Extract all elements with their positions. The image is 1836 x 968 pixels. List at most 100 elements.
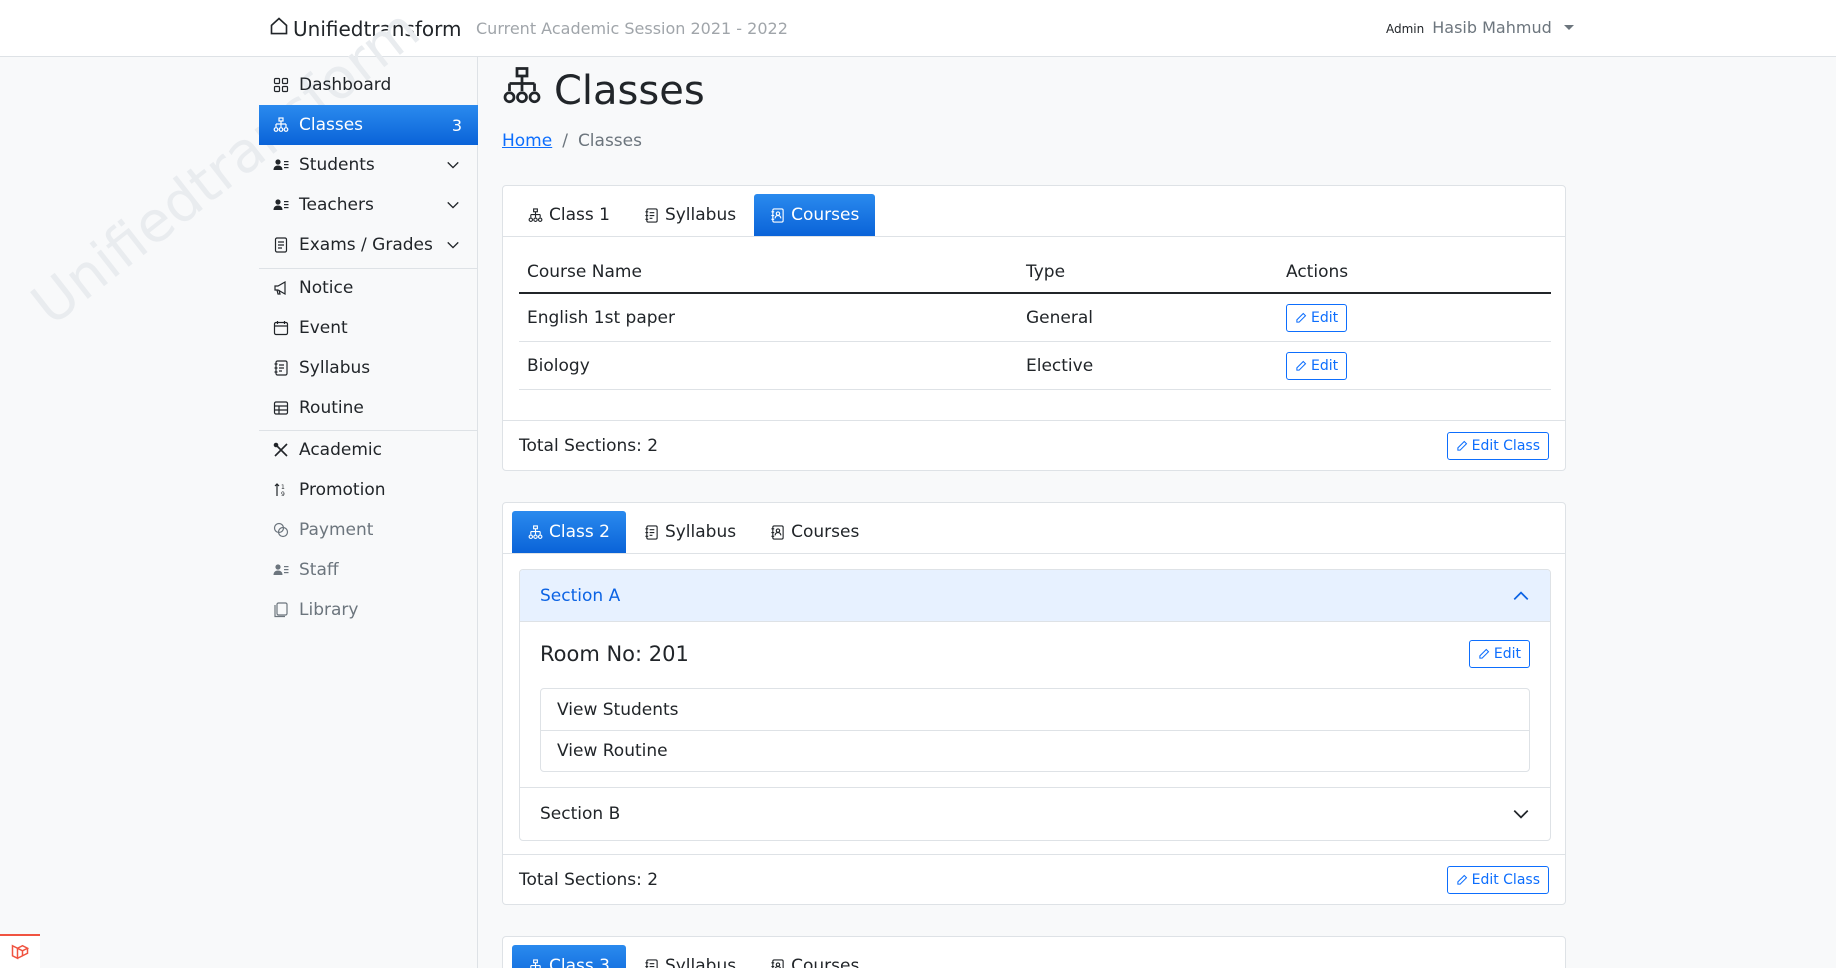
user-dropdown[interactable]: Admin Hasib Mahmud <box>1386 18 1574 37</box>
sidebar-item-label: Students <box>299 155 375 175</box>
tab-class-3[interactable]: Class 3 <box>512 945 626 968</box>
tab-label: Class 2 <box>549 522 610 542</box>
journal-text-icon <box>273 360 289 376</box>
button-label: Edit <box>1311 357 1339 374</box>
class-card-3: Class 3 Syllabus Courses <box>502 936 1566 968</box>
svg-text:9: 9 <box>281 491 285 498</box>
brand-link[interactable]: Unifiedtransform <box>269 16 462 41</box>
button-label: Edit Class <box>1471 871 1540 888</box>
page-title: Classes <box>502 66 705 116</box>
laravel-debugbar-toggle[interactable] <box>0 934 40 968</box>
sidebar-item-label: Routine <box>299 398 364 418</box>
tab-syllabus[interactable]: Syllabus <box>628 945 752 968</box>
tab-label: Class 1 <box>549 205 610 225</box>
breadcrumb-home-link[interactable]: Home <box>502 131 552 151</box>
accordion-section-a-body: Room No: 201 Edit View Students View Rou… <box>520 622 1550 788</box>
edit-course-button[interactable]: Edit <box>1286 303 1348 332</box>
file-text-icon <box>273 237 289 253</box>
class-card-2: Class 2 Syllabus Courses Section A Room … <box>502 502 1566 905</box>
tab-courses[interactable]: Courses <box>754 194 876 236</box>
edit-class-button[interactable]: Edit Class <box>1446 431 1549 460</box>
tab-class-2[interactable]: Class 2 <box>512 511 626 553</box>
coins-icon <box>273 522 289 538</box>
sidebar-item-teachers[interactable]: Teachers <box>259 185 478 225</box>
column-header: Course Name <box>527 262 642 282</box>
button-label: Edit <box>1493 646 1521 662</box>
sidebar-item-promotion[interactable]: 19 Promotion <box>259 470 478 510</box>
chevron-down-icon <box>447 241 459 249</box>
edit-course-button[interactable]: Edit <box>1286 351 1348 380</box>
sidebar-item-students[interactable]: Students <box>259 145 478 185</box>
sidebar-item-label: Event <box>299 318 348 338</box>
courses-table: Course Name Type Actions English 1st pap… <box>519 252 1551 390</box>
journal-person-icon <box>771 958 784 968</box>
megaphone-icon <box>273 280 289 296</box>
tab-syllabus[interactable]: Syllabus <box>628 511 752 553</box>
tab-courses[interactable]: Courses <box>754 511 875 553</box>
view-students-link[interactable]: View Students <box>541 689 1529 730</box>
tab-class-1[interactable]: Class 1 <box>512 194 626 236</box>
edit-section-button[interactable]: Edit <box>1468 640 1530 668</box>
sidebar-item-library[interactable]: Library <box>259 590 478 630</box>
calendar-table-icon <box>273 400 289 416</box>
column-header: Type <box>1026 262 1066 282</box>
session-text: Current Academic Session 2021 - 2022 <box>476 19 788 38</box>
journals-icon <box>273 602 289 618</box>
tools-icon <box>273 442 289 458</box>
sidebar-item-event[interactable]: Event <box>259 308 478 348</box>
button-label: Edit <box>1311 309 1339 326</box>
pencil-icon <box>1479 648 1490 659</box>
chevron-down-icon <box>447 161 459 169</box>
top-navbar: Unifiedtransform Current Academic Sessio… <box>0 0 1836 57</box>
view-routine-link[interactable]: View Routine <box>541 730 1529 771</box>
sort-numeric-icon: 19 <box>273 482 289 498</box>
chevron-down-icon <box>447 201 459 209</box>
column-header: Actions <box>1286 262 1349 282</box>
pencil-icon <box>1296 360 1307 371</box>
tab-label: Syllabus <box>664 522 737 542</box>
sidebar-item-payment[interactable]: Payment <box>259 510 478 550</box>
button-label: Edit Class <box>1471 437 1540 454</box>
diagram-icon <box>502 66 542 116</box>
classes-count-badge: 3 <box>451 115 462 135</box>
sidebar-item-staff[interactable]: Staff <box>259 550 478 590</box>
sidebar-nav-secondary: Notice Event Syllabus Routine <box>259 268 478 428</box>
page-title-text: Classes <box>554 68 705 114</box>
sidebar-item-label: Teachers <box>299 195 374 215</box>
tab-courses[interactable]: Courses <box>754 945 875 968</box>
class-tabs: Class 3 Syllabus Courses <box>503 937 1565 968</box>
sidebar-item-label: Payment <box>299 520 374 540</box>
user-name: Hasib Mahmud <box>1432 18 1552 37</box>
section-name: Section A <box>540 585 621 606</box>
sidebar-item-label: Library <box>299 600 359 620</box>
sidebar-item-syllabus[interactable]: Syllabus <box>259 348 478 388</box>
tab-label: Syllabus <box>664 205 737 225</box>
table-row: Biology Elective Edit <box>519 342 1551 390</box>
sidebar-item-academic[interactable]: Academic <box>259 430 478 470</box>
course-name-cell: Biology <box>527 355 590 376</box>
course-type-cell: Elective <box>1026 355 1094 376</box>
sidebar-item-exams-grades[interactable]: Exams / Grades <box>259 225 478 265</box>
edit-class-button[interactable]: Edit Class <box>1446 865 1549 894</box>
tab-label: Courses <box>791 205 860 225</box>
section-name: Section B <box>540 804 621 824</box>
class-tabs: Class 1 Syllabus Courses <box>503 186 1565 237</box>
room-number: Room No: 201 <box>540 642 689 666</box>
sidebar-nav-admin: Academic 19 Promotion Payment Staff Libr… <box>259 430 478 630</box>
tab-syllabus[interactable]: Syllabus <box>628 194 752 236</box>
total-sections-text: Total Sections: 2 <box>519 869 659 890</box>
sidebar-item-classes[interactable]: Classes 3 <box>259 105 478 145</box>
sections-accordion: Section A Room No: 201 Edit View Student… <box>519 569 1551 841</box>
accordion-section-a-header[interactable]: Section A <box>520 570 1550 622</box>
pencil-icon <box>1456 874 1467 885</box>
sidebar-item-notice[interactable]: Notice <box>259 268 478 308</box>
journal-person-icon <box>771 207 784 223</box>
sidebar-item-label: Promotion <box>299 480 386 500</box>
sidebar-item-dashboard[interactable]: Dashboard <box>259 65 478 105</box>
tab-label: Syllabus <box>664 956 737 968</box>
sidebar-item-routine[interactable]: Routine <box>259 388 478 428</box>
card-footer: Total Sections: 2 Edit Class <box>503 854 1565 904</box>
accordion-section-b-header[interactable]: Section B <box>520 788 1550 840</box>
table-row: English 1st paper General Edit <box>519 294 1551 342</box>
journal-person-icon <box>771 524 784 540</box>
